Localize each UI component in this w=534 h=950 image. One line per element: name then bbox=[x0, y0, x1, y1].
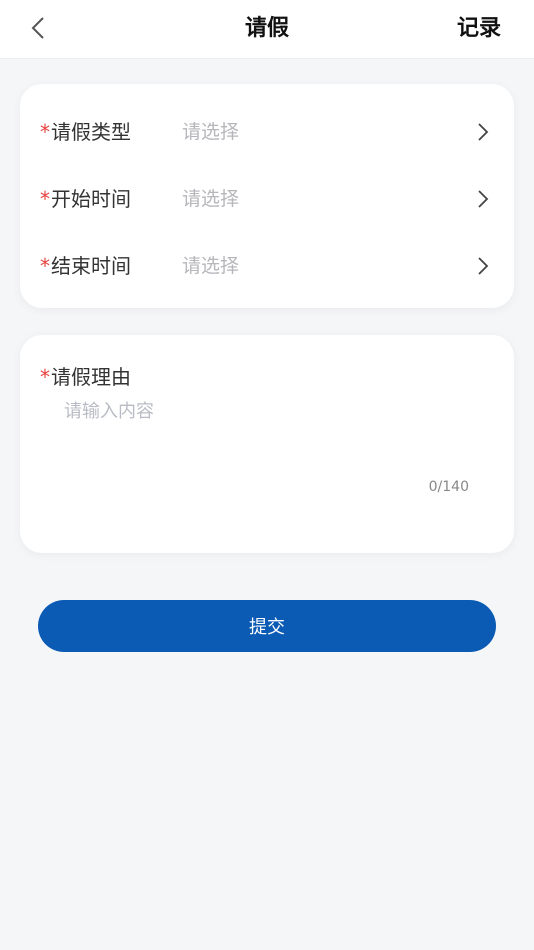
leave-type-value: 请选择 bbox=[182, 121, 240, 143]
reason-textarea[interactable] bbox=[64, 397, 484, 487]
chevron-right-icon bbox=[478, 257, 489, 275]
app-header: 请假 记录 bbox=[0, 0, 534, 59]
start-time-label: *开始时间 bbox=[40, 187, 131, 211]
required-mark: * bbox=[40, 187, 50, 211]
character-counter: 0/140 bbox=[428, 479, 469, 495]
end-time-value: 请选择 bbox=[182, 255, 240, 277]
start-time-row[interactable]: *开始时间 请选择 bbox=[20, 171, 514, 227]
record-button[interactable]: 记录 bbox=[457, 0, 501, 58]
reason-card: *请假理由 0/140 bbox=[20, 335, 514, 553]
start-time-value: 请选择 bbox=[182, 188, 240, 210]
chevron-right-icon bbox=[478, 190, 489, 208]
required-mark: * bbox=[40, 365, 50, 389]
reason-label: *请假理由 bbox=[40, 365, 131, 389]
leave-type-label: *请假类型 bbox=[40, 120, 131, 144]
required-mark: * bbox=[40, 120, 50, 144]
leave-type-row[interactable]: *请假类型 请选择 bbox=[20, 104, 514, 160]
leave-info-card: *请假类型 请选择 *开始时间 请选择 *结束时间 请选择 bbox=[20, 84, 514, 308]
chevron-right-icon bbox=[478, 123, 489, 141]
required-mark: * bbox=[40, 254, 50, 278]
end-time-label: *结束时间 bbox=[40, 254, 131, 278]
submit-button[interactable]: 提交 bbox=[38, 600, 496, 652]
page-title: 请假 bbox=[244, 16, 289, 41]
end-time-row[interactable]: *结束时间 请选择 bbox=[20, 238, 514, 294]
